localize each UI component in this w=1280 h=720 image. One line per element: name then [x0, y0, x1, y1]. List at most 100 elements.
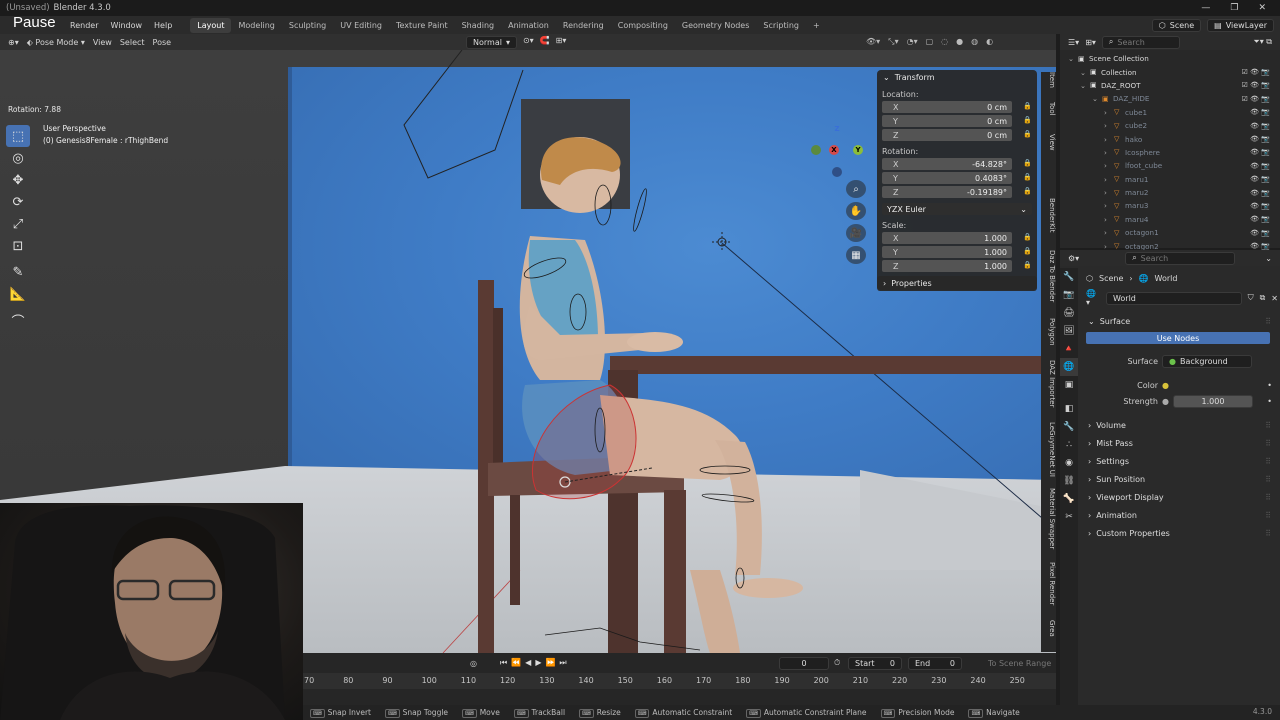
location-x-field[interactable]: X 0 cm [882, 101, 1012, 113]
timeline-ruler[interactable]: 70 80 90 100 110 120 130 140 150 160 170 180 190 200 2… [282, 673, 1056, 689]
visibility-flags[interactable]: 👁 📷 [1250, 108, 1270, 116]
gizmo-y[interactable]: Y [853, 145, 863, 155]
workspace-tab-uv-editing[interactable]: UV Editing [333, 18, 389, 33]
select-menu[interactable]: Select [120, 38, 145, 47]
workspace-tab-rendering[interactable]: Rendering [556, 18, 611, 33]
outliner-row[interactable]: › ▽ Icosphere 👁 📷 [1060, 146, 1280, 159]
playback-controls[interactable]: ⏮⏪◀▶⏩⏭ [500, 658, 571, 668]
output-tab-icon[interactable]: 🖨 [1060, 304, 1078, 322]
render-tab-icon[interactable]: 📷 [1060, 286, 1078, 304]
outliner-row[interactable]: ⌄ ▣ DAZ_HIDE ☑ 👁 📷 [1060, 92, 1280, 105]
outliner-row[interactable]: › ▽ maru1 👁 📷 [1060, 173, 1280, 186]
editor-type-icon[interactable]: ⊕▾ [8, 38, 19, 47]
visibility-flags[interactable]: 👁 📷 [1250, 122, 1270, 130]
sidebar-tab-tool[interactable]: Tool [1041, 102, 1056, 116]
gizmo-z[interactable]: Z [832, 124, 842, 134]
outliner-row[interactable]: › ▽ lfoot_cube 👁 📷 [1060, 159, 1280, 172]
properties-editor-type-icon[interactable]: ⚙▾ [1068, 254, 1079, 263]
end-frame-field[interactable]: End 0 [908, 656, 962, 670]
outliner-row[interactable]: ⌄ ▣ Collection ☑ 👁 📷 [1060, 65, 1280, 78]
view-layer-tab-icon[interactable]: 🖼 [1060, 322, 1078, 340]
gizmo-toggle-icon[interactable]: ⤡▾ [888, 37, 898, 47]
sidebar-tab-material-swapper[interactable]: Material Swapper [1041, 488, 1056, 549]
expand-arrow-icon[interactable]: ⌄ [1068, 54, 1074, 63]
surface-shader-field[interactable]: ● Background [1162, 354, 1252, 368]
sidebar-tab-leguymenet-ui[interactable]: LeGuymeNet UI [1041, 422, 1056, 477]
measure-tool-icon[interactable]: 📐 [6, 283, 30, 305]
shield-icon[interactable]: ⛉ [1248, 293, 1254, 303]
section-mist-pass[interactable]: › Mist Pass ⠿ [1082, 434, 1278, 452]
lock-icon[interactable]: 🔒 [1023, 247, 1032, 255]
custom-properties-header[interactable]: › Properties [877, 276, 1037, 291]
tool-tab-icon[interactable]: 🔧 [1060, 268, 1078, 286]
sidebar-tab-polygon[interactable]: Polygon [1041, 318, 1056, 346]
bend-tool-icon[interactable]: ⌒ [6, 309, 30, 331]
expand-arrow-icon[interactable]: ⌄ [1080, 81, 1086, 90]
workspace-tab-shading[interactable]: Shading [455, 18, 502, 33]
expand-arrow-icon[interactable]: ⌄ [1080, 68, 1086, 77]
lock-icon[interactable]: 🔒 [1023, 130, 1032, 138]
expand-arrow-icon[interactable]: › [1104, 228, 1107, 237]
restore-icon[interactable]: ❐ [1230, 3, 1238, 13]
expand-arrow-icon[interactable]: › [1104, 121, 1107, 130]
lock-icon[interactable]: 🔒 [1023, 261, 1032, 269]
shading-rendered-icon[interactable]: ◐ [986, 37, 993, 47]
move-tool-icon[interactable]: ✥ [6, 169, 30, 191]
cursor-tool-icon[interactable]: ◎ [6, 147, 30, 169]
pan-hand-icon[interactable]: ✋ [846, 202, 866, 220]
workspace-tab-texture-paint[interactable]: Texture Paint [389, 18, 455, 33]
scene-tab-icon[interactable]: 🔺 [1060, 340, 1078, 358]
view-menu[interactable]: View [93, 38, 112, 47]
world-tab-icon[interactable]: 🌐 [1060, 358, 1078, 376]
visibility-flags[interactable]: ☑ 👁 📷 [1242, 95, 1270, 103]
world-icon[interactable]: 🌐▾ [1086, 289, 1100, 307]
object-tab-icon[interactable]: ◧ [1060, 400, 1078, 418]
sidebar-tab-grea[interactable]: Grea [1041, 620, 1056, 637]
lock-icon[interactable]: 🔒 [1023, 102, 1032, 110]
pivot-icon[interactable]: ⊙▾ [523, 36, 534, 49]
display-mode-icon[interactable]: ⊞▾ [1085, 38, 1096, 47]
outliner-row[interactable]: › ▽ cube2 👁 📷 [1060, 119, 1280, 132]
strength-field[interactable]: 1.000 [1172, 394, 1253, 408]
xray-icon[interactable]: ▢ [926, 37, 934, 47]
close-icon[interactable]: ✕ [1258, 3, 1266, 13]
pose-menu[interactable]: Pose [153, 38, 172, 47]
outliner-row[interactable]: › ▽ cube1 👁 📷 [1060, 106, 1280, 119]
menu-render[interactable]: Render [70, 21, 98, 30]
physics-tab-icon[interactable]: ◉ [1060, 454, 1078, 472]
expand-arrow-icon[interactable]: › [1104, 188, 1107, 197]
snap-settings-icon[interactable]: ⊞▾ [556, 36, 567, 49]
workspace-tab-animation[interactable]: Animation [501, 18, 556, 33]
section-settings[interactable]: › Settings ⠿ [1082, 452, 1278, 470]
scale-tool-icon[interactable]: ⤢ [6, 213, 30, 235]
visibility-flags[interactable]: 👁 📷 [1250, 242, 1270, 250]
collection-tab-icon[interactable]: ▣ [1060, 376, 1078, 394]
visibility-flags[interactable]: 👁 📷 [1250, 202, 1270, 210]
scale-x-field[interactable]: X 1.000 [882, 232, 1012, 244]
visibility-flags[interactable]: 👁 📷 [1250, 189, 1270, 197]
workspace-tab-modeling[interactable]: Modeling [231, 18, 281, 33]
constraints-tab-icon[interactable]: ⛓ [1060, 472, 1078, 490]
sidebar-tab-view[interactable]: View [1041, 134, 1056, 151]
scale-z-field[interactable]: Z 1.000 [882, 260, 1012, 272]
outliner-row[interactable]: › ▽ maru2 👁 📷 [1060, 186, 1280, 199]
overlay-toggle-icon[interactable]: ◔▾ [907, 37, 918, 47]
sidebar-tab-item[interactable]: Item [1041, 72, 1056, 88]
section-custom-properties[interactable]: › Custom Properties ⠿ [1082, 524, 1278, 542]
menu-help[interactable]: Help [154, 21, 172, 30]
lock-icon[interactable]: 🔒 [1023, 187, 1032, 195]
outliner-row[interactable]: › ▽ maru3 👁 📷 [1060, 199, 1280, 212]
menu-window[interactable]: Window [110, 21, 142, 30]
expand-arrow-icon[interactable]: › [1104, 135, 1107, 144]
expand-arrow-icon[interactable]: › [1104, 201, 1107, 210]
sidebar-tab-daz-to-blender[interactable]: Daz To Blender [1041, 250, 1056, 302]
section-sun-position[interactable]: › Sun Position ⠿ [1082, 470, 1278, 488]
to-scene-range-button[interactable]: To Scene Range [988, 659, 1051, 668]
lock-icon[interactable]: 🔒 [1023, 116, 1032, 124]
workspace-tab-compositing[interactable]: Compositing [611, 18, 675, 33]
transform-orientation-dropdown[interactable]: Normal ▾ [466, 35, 517, 49]
particles-tab-icon[interactable]: ∴ [1060, 436, 1078, 454]
rotation-y-field[interactable]: Y 0.4083° [882, 172, 1012, 184]
camera-view-icon[interactable]: 🎥 [846, 224, 866, 242]
rotate-tool-icon[interactable]: ⟳ [6, 191, 30, 213]
